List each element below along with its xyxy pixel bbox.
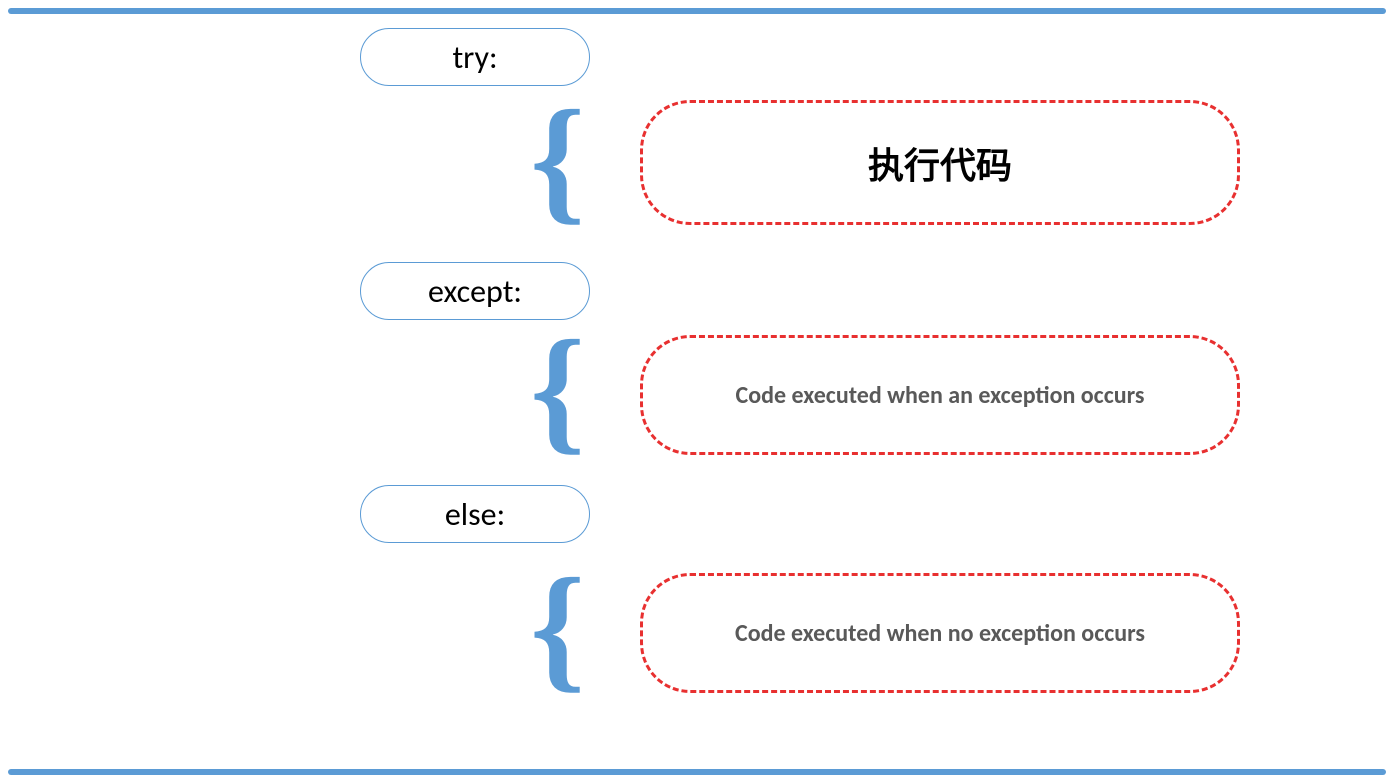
brace-icon-1: { — [530, 90, 585, 230]
horizontal-rule-bottom — [8, 769, 1386, 775]
brace-icon-3: { — [530, 558, 585, 698]
except-description-text: Code executed when an exception occurs — [736, 381, 1145, 410]
else-keyword-box: else: — [360, 485, 590, 543]
except-description-box: Code executed when an exception occurs — [640, 335, 1240, 455]
else-description-text: Code executed when no exception occurs — [735, 619, 1145, 648]
else-label: else: — [445, 495, 505, 534]
try-keyword-box: try: — [360, 28, 590, 86]
try-description-box: 执行代码 — [640, 100, 1240, 225]
try-label: try: — [452, 38, 497, 77]
except-label: except: — [428, 272, 522, 311]
else-description-box: Code executed when no exception occurs — [640, 573, 1240, 693]
try-description-text: 执行代码 — [868, 137, 1012, 189]
horizontal-rule-top — [8, 8, 1386, 14]
brace-icon-2: { — [530, 320, 585, 460]
